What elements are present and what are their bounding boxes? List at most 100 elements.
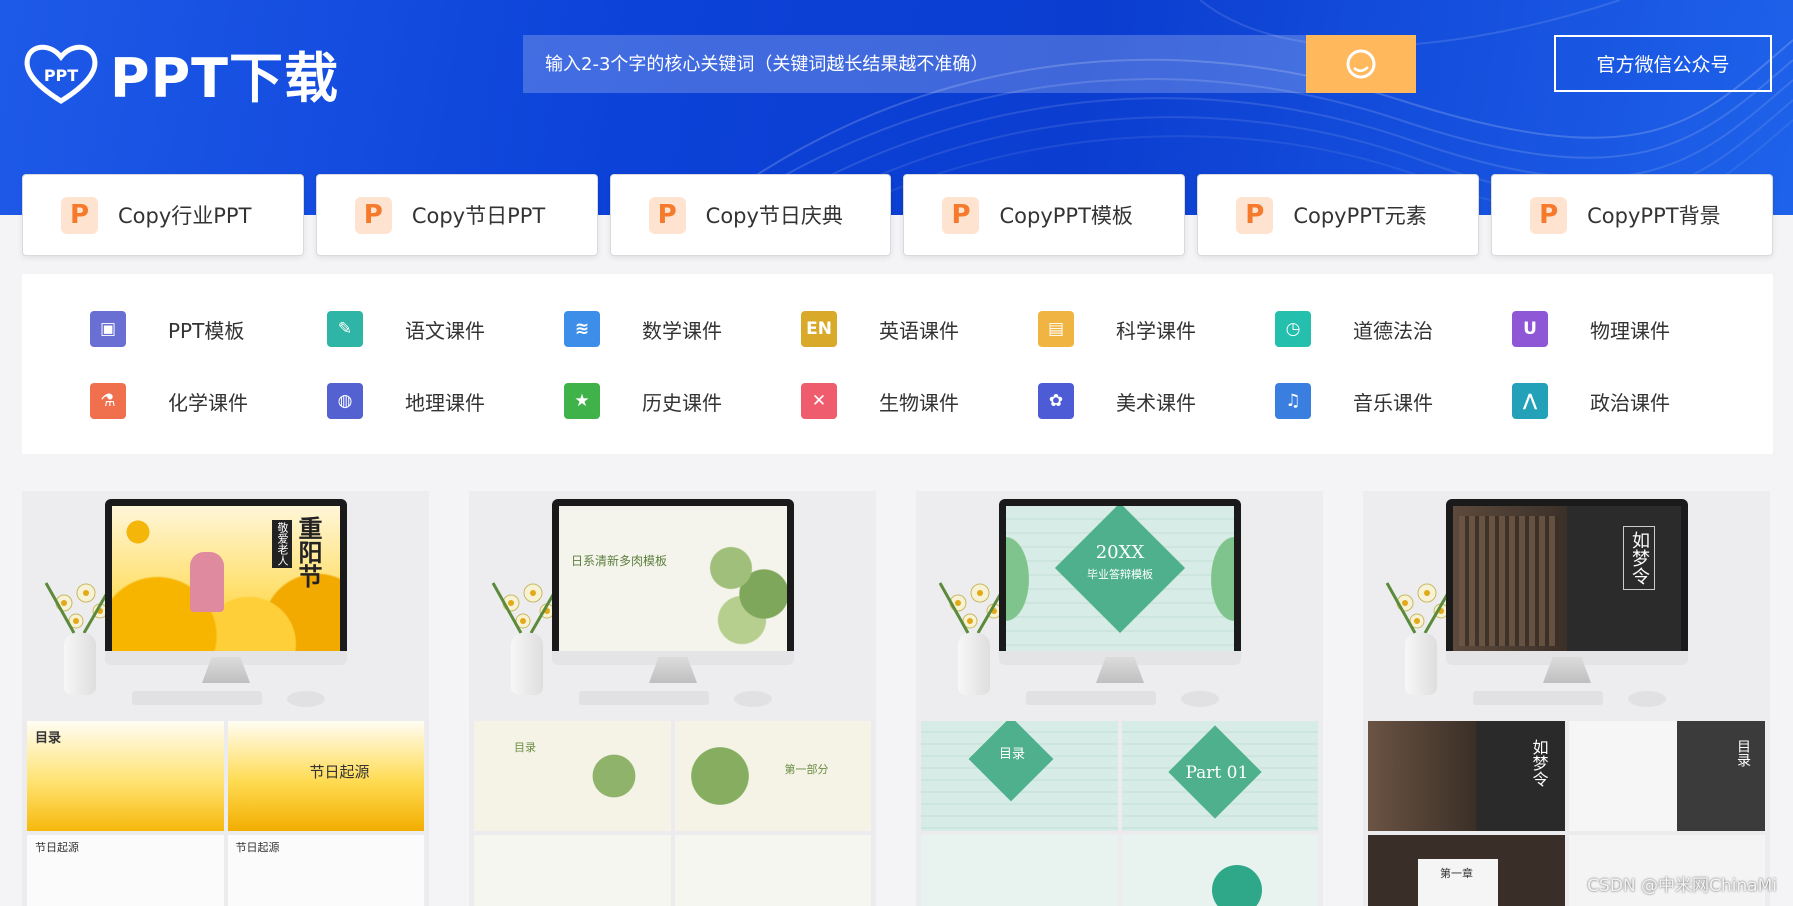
subject-item[interactable]: ▣ PPT模板 <box>90 310 327 348</box>
en-icon: EN <box>801 311 837 347</box>
subject-item[interactable]: ✿ 美术课件 <box>1038 382 1275 420</box>
screen-title: 重阳节 <box>294 516 322 588</box>
vase-image <box>1405 633 1437 695</box>
category-card-holiday[interactable]: P Copy节日PPT <box>315 174 598 256</box>
mouse-image <box>287 691 325 707</box>
search-input[interactable] <box>523 35 1306 93</box>
category-card-festival[interactable]: P Copy节日庆典 <box>609 174 892 256</box>
heart-logo-icon: PPT <box>24 44 98 104</box>
subject-item[interactable]: ◷ 道德法治 <box>1275 310 1512 348</box>
vase-image <box>64 633 96 695</box>
subject-item[interactable]: U 物理课件 <box>1512 310 1749 348</box>
curtain-photo <box>1459 516 1559 646</box>
subject-item[interactable]: ◍ 地理课件 <box>327 382 564 420</box>
subject-grid: ▣ PPT模板 ✎ 语文课件 ≋ 数学课件 EN 英语课件 ▤ 科学课件 ◷ 道德法治 U 物理课件 ⚗ 化学… <box>22 274 1773 454</box>
slide-thumbnail <box>674 835 871 906</box>
template-card[interactable]: 日系清新多肉模板 目录 第一部分 <box>469 491 876 906</box>
category-card-background[interactable]: P CopyPPT背景 <box>1491 174 1773 256</box>
subject-item[interactable]: EN 英语课件 <box>801 310 1038 348</box>
subject-item[interactable]: ♫ 音乐课件 <box>1275 382 1512 420</box>
thumb-label: Part 01 <box>1185 763 1249 783</box>
subject-label: 政治课件 <box>1590 390 1670 415</box>
subject-label: 地理课件 <box>405 390 485 415</box>
category-card-template[interactable]: P CopyPPT模板 <box>903 174 1186 256</box>
category-label: CopyPPT元素 <box>1293 204 1427 228</box>
globe-icon: ◍ <box>327 383 363 419</box>
monitor-mockup: 重阳节 敬爱老人 <box>22 491 429 721</box>
screen-title: 日系清新多肉模板 <box>571 554 668 568</box>
thumb-label: 目录 <box>35 731 62 746</box>
subject-label: 数学课件 <box>642 318 722 343</box>
magnet-icon: U <box>1512 311 1548 347</box>
keyboard-image <box>1473 691 1603 705</box>
site-logo[interactable]: PPT PPT下载 <box>22 34 339 113</box>
category-label: Copy行业PPT <box>118 204 252 228</box>
calendar-icon: ◷ <box>1275 311 1311 347</box>
subject-label: 化学课件 <box>168 390 248 415</box>
tube-icon: ⚗ <box>90 383 126 419</box>
subject-item[interactable]: ▤ 科学课件 <box>1038 310 1275 348</box>
tree-image <box>118 512 158 552</box>
thumb-label: 节日起源 <box>35 841 79 854</box>
category-nav: P Copy行业PPT P Copy节日PPT P Copy节日庆典 P Cop… <box>22 174 1773 256</box>
monitor-mockup: 日系清新多肉模板 <box>469 491 876 721</box>
subject-label: 语文课件 <box>405 318 485 343</box>
slide-thumbnail: 节日起源 <box>227 835 424 906</box>
ppt-icon: P <box>942 196 980 234</box>
category-label: Copy节日庆典 <box>705 204 843 228</box>
compass-icon: ⋀ <box>1512 383 1548 419</box>
category-card-industry[interactable]: P Copy行业PPT <box>22 174 304 256</box>
slide-thumbnails: 目录 第一部分 <box>474 721 871 906</box>
keyboard-image <box>1026 691 1156 705</box>
slide-thumbnail: 节日起源 <box>227 721 424 831</box>
screen-subtitle: 敬爱老人 <box>272 520 292 568</box>
category-card-element[interactable]: P CopyPPT元素 <box>1197 174 1480 256</box>
slides-icon: ▣ <box>90 311 126 347</box>
subject-item[interactable]: ≋ 数学课件 <box>564 310 801 348</box>
thumb-label: 第一部分 <box>784 763 829 776</box>
search-icon <box>1346 49 1376 79</box>
thumb-label: 节日起源 <box>235 841 280 854</box>
slide-thumbnail <box>474 835 671 906</box>
board-icon: ▤ <box>1038 311 1074 347</box>
template-card[interactable]: 如梦令 如梦令 目录 第一章 <box>1363 491 1770 906</box>
logo-mark-text: PPT <box>44 66 78 85</box>
slide-thumbnail: 第一部分 <box>674 721 871 831</box>
category-label: CopyPPT背景 <box>1587 204 1721 228</box>
subject-label: 科学课件 <box>1116 318 1196 343</box>
wechat-official-button[interactable]: 官方微信公众号 <box>1554 35 1772 92</box>
slide-thumbnail: 目录 <box>27 721 224 831</box>
monitor-screen: 重阳节 敬爱老人 <box>105 499 347 659</box>
subject-label: 英语课件 <box>879 318 959 343</box>
slide-thumbnails: 目录 Part 01 <box>921 721 1318 906</box>
search-bar <box>523 35 1416 93</box>
ppt-icon: P <box>648 196 686 234</box>
template-card[interactable]: 重阳节 敬爱老人 目录 节日起源 节日起源 节日起源 <box>22 491 429 906</box>
slide-thumbnail: 目录 <box>474 721 671 831</box>
ppt-icon: P <box>61 196 98 234</box>
keyboard-image <box>579 691 709 705</box>
subject-item[interactable]: ⚗ 化学课件 <box>90 382 327 420</box>
monitor-screen: 日系清新多肉模板 <box>552 499 794 659</box>
subject-item[interactable]: ★ 历史课件 <box>564 382 801 420</box>
subject-label: 物理课件 <box>1590 318 1670 343</box>
subject-item[interactable]: ✕ 生物课件 <box>801 382 1038 420</box>
leaf-icon: ✎ <box>327 311 363 347</box>
layers-icon: ≋ <box>564 311 600 347</box>
subject-item[interactable]: ✎ 语文课件 <box>327 310 564 348</box>
category-label: Copy节日PPT <box>411 204 546 228</box>
palette-icon: ✿ <box>1038 383 1074 419</box>
subject-item[interactable]: ⋀ 政治课件 <box>1512 382 1749 420</box>
music-icon: ♫ <box>1275 383 1311 419</box>
thumb-label: 目录 <box>1735 739 1751 767</box>
slide-thumbnail: Part 01 <box>1121 721 1318 831</box>
elderly-couple-image <box>190 552 224 612</box>
thumb-label: 目录 <box>514 741 536 754</box>
succulent-image <box>687 516 787 646</box>
slide-thumbnail: 如梦令 <box>1368 721 1565 831</box>
search-button[interactable] <box>1306 35 1416 93</box>
subject-label: 道德法治 <box>1353 318 1433 343</box>
screen-title: 如梦令 <box>1623 526 1655 590</box>
slide-thumbnail <box>921 835 1118 906</box>
template-card[interactable]: 20XX 毕业答辩模板 目录 Part 01 <box>916 491 1323 906</box>
